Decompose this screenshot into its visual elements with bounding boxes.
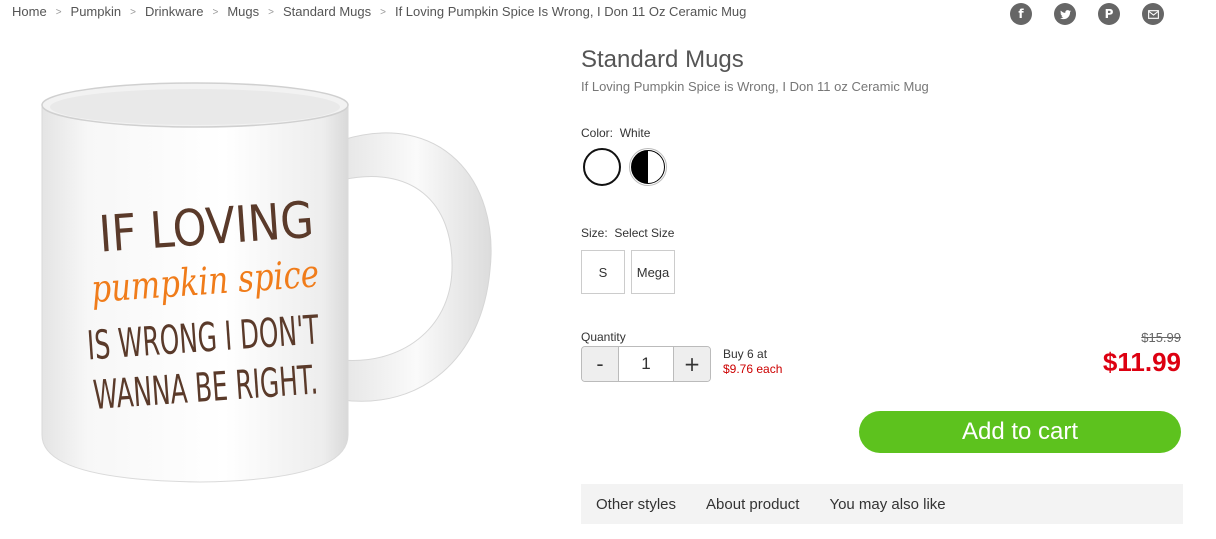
bulk-discount-line-1: Buy 6 at	[723, 347, 768, 361]
pinterest-glyph: P	[1104, 7, 1114, 21]
quantity-decrement-button[interactable]: -	[582, 347, 618, 381]
email-icon[interactable]	[1142, 3, 1164, 25]
breadcrumb-mugs[interactable]: Mugs	[227, 4, 259, 19]
breadcrumb-standard-mugs[interactable]: Standard Mugs	[283, 4, 371, 19]
breadcrumb-separator: >	[268, 7, 274, 18]
pinterest-icon[interactable]: P	[1098, 3, 1120, 25]
quantity-block: Quantity - + Buy 6 at $9.76 each	[581, 330, 782, 382]
tab-other-styles[interactable]: Other styles	[596, 496, 676, 513]
breadcrumb-pumpkin[interactable]: Pumpkin	[71, 4, 122, 19]
breadcrumb-current-product: If Loving Pumpkin Spice Is Wrong, I Don …	[394, 4, 747, 19]
bulk-discount: Buy 6 at $9.76 each	[723, 347, 782, 377]
size-option-label: Size: Select Size	[581, 226, 1183, 240]
color-swatch-white[interactable]	[583, 148, 621, 186]
size-options: S Mega	[581, 250, 1183, 294]
quantity-label: Quantity	[581, 330, 626, 344]
tab-about-product[interactable]: About product	[706, 496, 799, 513]
bulk-discount-line-2: $9.76 each	[723, 362, 783, 376]
size-value: Select Size	[614, 226, 675, 240]
product-subtitle: If Loving Pumpkin Spice is Wrong, I Don …	[581, 79, 929, 94]
color-option-label: Color: White	[581, 126, 1183, 140]
breadcrumb-home[interactable]: Home	[12, 4, 47, 19]
product-image[interactable]: IF LOVING pumpkin spice IS WRONG I DON'T…	[20, 60, 520, 500]
product-info: Standard Mugs If Loving Pumpkin Spice is…	[581, 45, 1183, 524]
sale-price: $11.99	[1102, 347, 1181, 377]
price-block: $15.99 $11.99	[1103, 330, 1181, 378]
breadcrumb-drinkware[interactable]: Drinkware	[145, 4, 204, 19]
breadcrumb-separator: >	[380, 7, 386, 18]
color-label: Color:	[581, 126, 614, 140]
breadcrumb-separator: >	[55, 7, 62, 18]
facebook-icon[interactable]: f	[1010, 3, 1032, 25]
color-swatches	[583, 148, 1183, 186]
product-title: Standard Mugs	[581, 46, 744, 73]
facebook-glyph: f	[1018, 7, 1024, 21]
add-to-cart-button[interactable]: Add to cart	[859, 411, 1181, 453]
twitter-icon[interactable]	[1054, 3, 1076, 25]
breadcrumb: Home > Pumpkin > Drinkware > Mugs > Standard Mug…	[12, 4, 746, 19]
product-tabs: Other styles About product You may also …	[581, 484, 1183, 524]
breadcrumb-separator: >	[130, 7, 136, 18]
color-swatch-black-white[interactable]	[629, 148, 667, 186]
size-button-mega[interactable]: Mega	[631, 250, 675, 294]
product-page: Home > Pumpkin > Drinkware > Mugs > Standard Mug…	[0, 0, 1216, 539]
color-value: White	[619, 126, 651, 140]
social-share: f P	[1010, 3, 1164, 25]
quantity-increment-button[interactable]: +	[674, 347, 710, 381]
quantity-input[interactable]	[618, 347, 674, 381]
breadcrumb-separator: >	[212, 7, 219, 18]
size-label: Size:	[581, 226, 608, 240]
tab-you-may-also-like[interactable]: You may also like	[829, 496, 945, 513]
original-price: $15.99	[1141, 330, 1181, 345]
mug-illustration: IF LOVING pumpkin spice IS WRONG I DON'T…	[41, 82, 492, 483]
size-button-s[interactable]: S	[581, 250, 625, 294]
quantity-stepper: - +	[581, 346, 711, 382]
